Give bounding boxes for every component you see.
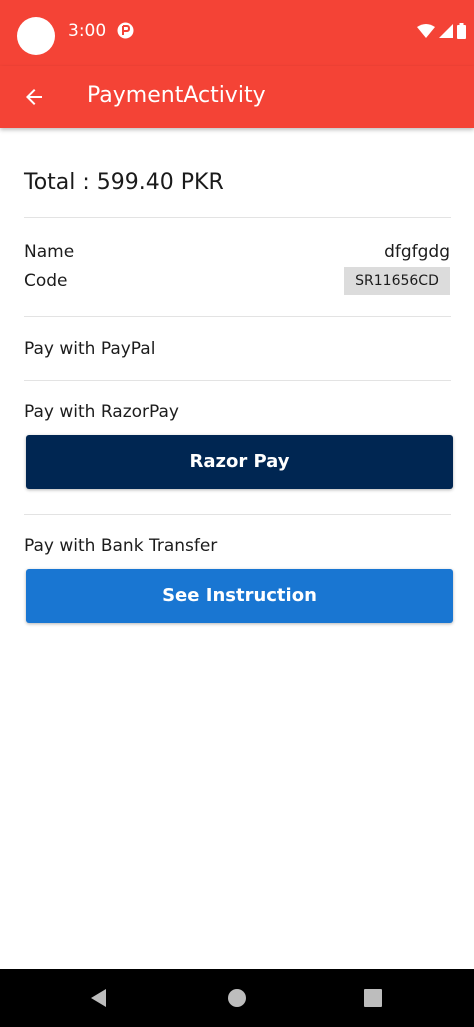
status-time: 3:00 [68, 21, 107, 41]
divider [24, 316, 451, 317]
see-instruction-button[interactable]: See Instruction [26, 569, 453, 623]
razor-pay-button[interactable]: Razor Pay [26, 435, 453, 489]
wifi-icon [417, 24, 435, 38]
recents-square-icon[interactable] [361, 986, 385, 1010]
avatar [17, 17, 55, 55]
back-triangle-icon[interactable] [87, 986, 111, 1010]
arrow-back-icon[interactable] [22, 85, 46, 109]
status-bar: 3:00 [0, 0, 474, 66]
app-notification-icon [117, 22, 134, 39]
name-label: Name [24, 242, 75, 262]
paypal-title[interactable]: Pay with PayPal [24, 337, 155, 361]
name-value: dfgfgdg [384, 242, 450, 262]
page-title: PaymentActivity [87, 83, 266, 108]
razorpay-title: Pay with RazorPay [24, 402, 179, 422]
divider [24, 514, 451, 515]
code-label: Code [24, 271, 68, 291]
signal-icon [439, 24, 453, 38]
total-amount: Total : 599.40 PKR [24, 170, 224, 195]
divider [24, 380, 451, 381]
status-icons [417, 20, 466, 42]
navigation-bar [0, 969, 474, 1027]
app-bar: PaymentActivity [0, 66, 474, 128]
divider [24, 217, 451, 218]
battery-icon [457, 23, 466, 39]
bank-transfer-title: Pay with Bank Transfer [24, 536, 218, 556]
code-value: SR11656CD [344, 267, 450, 295]
home-circle-icon[interactable] [225, 986, 249, 1010]
